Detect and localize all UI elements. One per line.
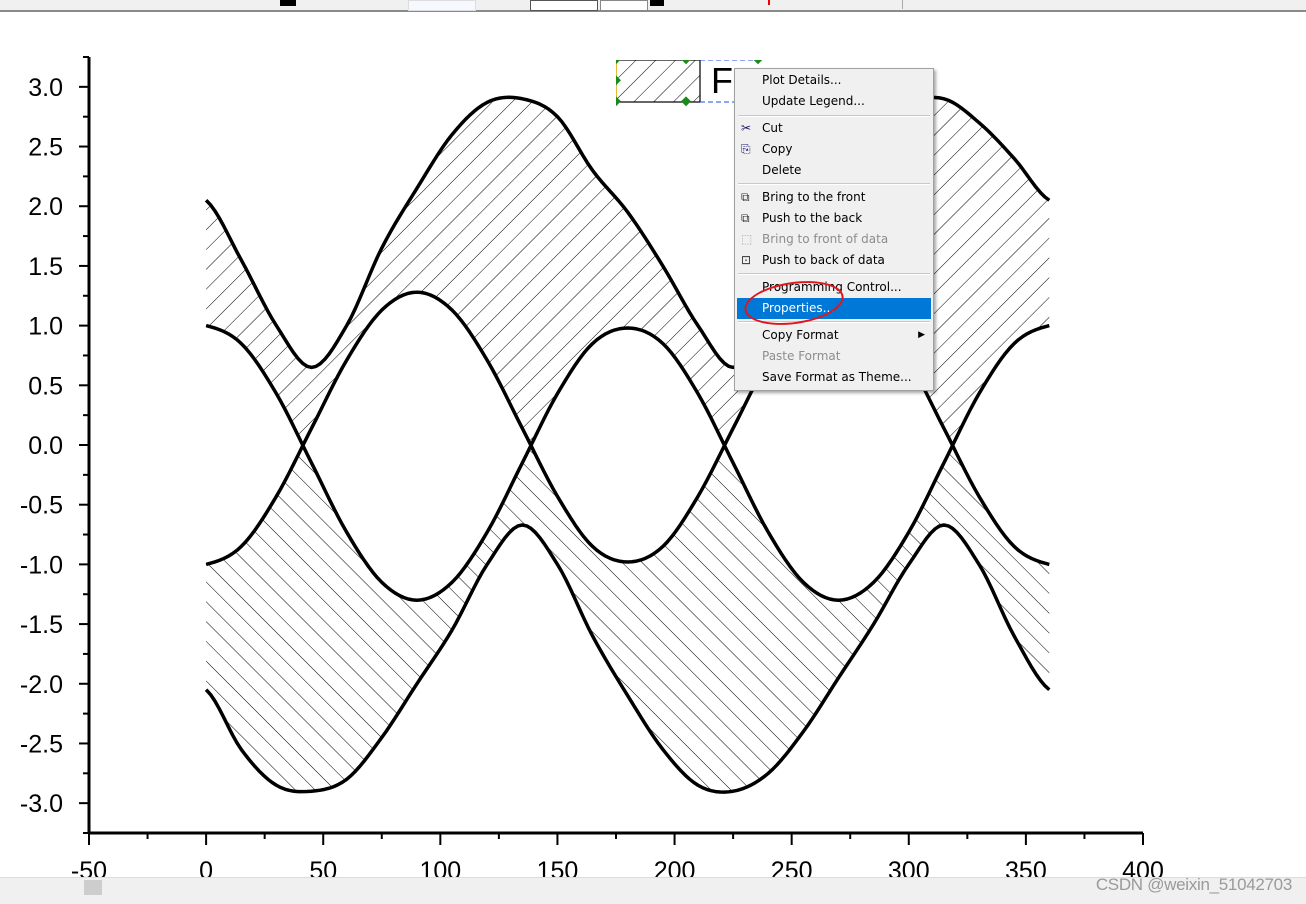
menu-item-label: Bring to front of data [762, 232, 889, 246]
menu-item-cut[interactable]: ✂ Cut [737, 118, 931, 139]
menu-item-label: Cut [762, 121, 783, 135]
menu-separator [738, 115, 930, 117]
y-tick-label: 0.0 [28, 432, 63, 460]
submenu-arrow-icon: ▶ [918, 330, 925, 340]
toolbar-bottom: CSDN @weixin_51042703 [0, 875, 1306, 904]
y-tick-label: 2.0 [28, 193, 63, 221]
menu-item-label: Save Format as Theme... [762, 370, 912, 384]
menu-item-push-to-back[interactable]: ⧉ Push to the back [737, 208, 931, 229]
y-tick-label: -2.5 [20, 730, 63, 758]
y-tick-label: 3.0 [28, 74, 63, 102]
menu-item-update-legend[interactable]: Update Legend... [737, 91, 931, 112]
menu-item-label: Paste Format [762, 349, 841, 363]
y-tick-label: 1.5 [28, 253, 63, 281]
legend-swatch [615, 59, 701, 103]
menu-item-label: Copy Format [762, 328, 839, 342]
legend-text[interactable]: F [711, 60, 733, 102]
menu-item-bring-to-front[interactable]: ⧉ Bring to the front [737, 187, 931, 208]
y-tick-label: -1.5 [20, 611, 63, 639]
y-tick-label: 1.0 [28, 313, 63, 341]
menu-item-plot-details[interactable]: Plot Details... [737, 70, 931, 91]
menu-item-label: Bring to the front [762, 190, 866, 204]
y-tick-label: -3.0 [20, 790, 63, 818]
plot-area[interactable]: 3.0 2.5 2.0 1.5 1.0 0.5 0.0 -0.5 -1.0 -1.5 -2.0 -2.… [0, 0, 1306, 903]
menu-item-delete[interactable]: Delete [737, 160, 931, 181]
y-tick-label: -0.5 [20, 492, 63, 520]
y-tick-label: 0.5 [28, 372, 63, 400]
menu-item-copy-format[interactable]: Copy Format ▶ [737, 325, 931, 346]
menu-item-bring-to-front-of-data[interactable]: ⬚ Bring to front of data [737, 229, 931, 250]
scissors-icon: ✂ [741, 121, 752, 135]
menu-item-label: Copy [762, 142, 793, 156]
lower-hatch-fill [206, 445, 1050, 793]
push-back-data-icon: ⊡ [741, 253, 752, 267]
resize-handle[interactable] [753, 54, 763, 65]
scrollbar-thumb[interactable] [84, 880, 102, 895]
copy-icon: ⎘ [741, 142, 751, 156]
y-tick-label: -1.0 [20, 551, 63, 579]
y-tick-label: 2.5 [28, 134, 63, 162]
bring-front-data-icon: ⬚ [741, 232, 753, 246]
menu-separator [738, 273, 930, 275]
menu-item-label: Plot Details... [762, 73, 842, 87]
menu-item-paste-format[interactable]: Paste Format [737, 346, 931, 367]
menu-item-label: Delete [762, 163, 802, 177]
bring-front-icon: ⧉ [741, 190, 750, 204]
menu-item-push-to-back-of-data[interactable]: ⊡ Push to back of data [737, 250, 931, 271]
menu-item-copy[interactable]: ⎘ Copy [737, 139, 931, 160]
menu-item-label: Update Legend... [762, 94, 865, 108]
menu-separator [738, 183, 930, 185]
menu-item-save-format-as-theme[interactable]: Save Format as Theme... [737, 367, 931, 388]
y-tick-label: -2.0 [20, 671, 63, 699]
menu-item-label: Push to the back [762, 211, 863, 225]
menu-item-label: Push to back of data [762, 253, 885, 267]
context-menu: Plot Details... Update Legend... ✂ Cut ⎘ C… [734, 68, 934, 391]
push-back-icon: ⧉ [741, 211, 750, 225]
watermark: CSDN @weixin_51042703 [1095, 875, 1292, 894]
